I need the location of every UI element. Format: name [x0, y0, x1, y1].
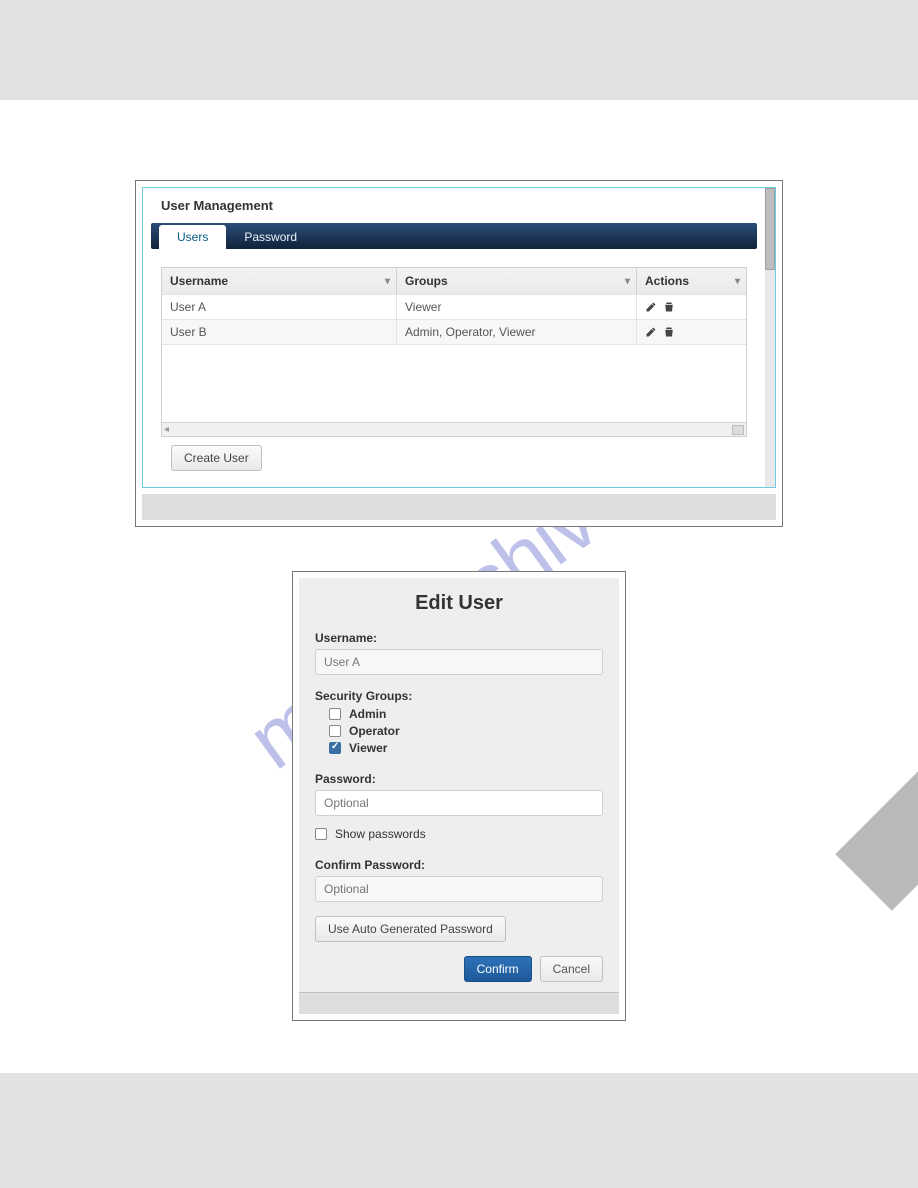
dialog-button-row: Confirm Cancel — [315, 956, 603, 982]
password-label: Password: — [315, 772, 603, 786]
screenshot-footer-band — [142, 494, 776, 520]
autogen-password-button[interactable]: Use Auto Generated Password — [315, 916, 506, 942]
group-operator-label: Operator — [349, 724, 400, 738]
show-passwords-label: Show passwords — [335, 827, 426, 841]
page-corner-decoration — [835, 769, 918, 910]
chevron-down-icon: ▾ — [735, 276, 740, 287]
cell-groups: Admin, Operator, Viewer — [397, 320, 637, 344]
checkbox-operator[interactable] — [329, 725, 341, 737]
username-field[interactable] — [315, 649, 603, 675]
panel-title: User Management — [151, 192, 767, 223]
password-field[interactable] — [315, 790, 603, 816]
trash-icon[interactable] — [663, 326, 675, 338]
table-row[interactable]: User A Viewer — [162, 294, 746, 319]
confirm-button[interactable]: Confirm — [464, 956, 532, 982]
col-header-username[interactable]: Username ▾ — [162, 268, 397, 294]
edit-user-dialog: Edit User Username: Security Groups: Adm… — [299, 578, 619, 992]
scroll-thumb[interactable] — [732, 425, 744, 435]
page-top-band — [0, 0, 918, 100]
table-row[interactable]: User B Admin, Operator, Viewer — [162, 319, 746, 344]
user-grid-wrap: Username ▾ Groups ▾ Actions ▾ User A Vie… — [151, 249, 757, 479]
cell-actions — [637, 320, 746, 344]
group-viewer-row[interactable]: Viewer — [329, 741, 603, 755]
confirm-password-label: Confirm Password: — [315, 858, 603, 872]
page-bottom-band — [0, 1073, 918, 1188]
dialog-title: Edit User — [315, 592, 603, 615]
user-grid: Username ▾ Groups ▾ Actions ▾ User A Vie… — [161, 267, 747, 437]
user-management-panel: User Management Users Password Username … — [142, 187, 776, 488]
group-viewer-label: Viewer — [349, 741, 387, 755]
pencil-icon[interactable] — [645, 326, 657, 338]
checkbox-viewer[interactable] — [329, 742, 341, 754]
create-user-button[interactable]: Create User — [171, 445, 262, 471]
trash-icon[interactable] — [663, 301, 675, 313]
col-header-actions-label: Actions — [645, 274, 689, 288]
grid-horizontal-scroll[interactable]: ◂ — [162, 422, 746, 436]
col-header-groups-label: Groups — [405, 274, 448, 288]
chevron-down-icon: ▾ — [385, 276, 390, 287]
col-header-username-label: Username — [170, 274, 228, 288]
group-admin-label: Admin — [349, 707, 386, 721]
cell-username: User A — [162, 295, 397, 319]
cancel-button[interactable]: Cancel — [540, 956, 603, 982]
col-header-groups[interactable]: Groups ▾ — [397, 268, 637, 294]
pencil-icon[interactable] — [645, 301, 657, 313]
username-label: Username: — [315, 631, 603, 645]
edit-user-screenshot: Edit User Username: Security Groups: Adm… — [292, 571, 626, 1021]
security-groups-label: Security Groups: — [315, 689, 603, 703]
tab-users[interactable]: Users — [159, 225, 226, 249]
col-header-actions[interactable]: Actions ▾ — [637, 268, 746, 294]
tab-bar: Users Password — [151, 223, 757, 249]
cell-username: User B — [162, 320, 397, 344]
cell-actions — [637, 295, 746, 319]
screenshot-footer-band — [299, 992, 619, 1014]
user-grid-header: Username ▾ Groups ▾ Actions ▾ — [162, 268, 746, 294]
group-admin-row[interactable]: Admin — [329, 707, 603, 721]
cell-groups: Viewer — [397, 295, 637, 319]
checkbox-show-passwords[interactable] — [315, 828, 327, 840]
scroll-left-icon[interactable]: ◂ — [164, 424, 169, 435]
user-management-screenshot: User Management Users Password Username … — [135, 180, 783, 527]
group-operator-row[interactable]: Operator — [329, 724, 603, 738]
scrollbar[interactable] — [765, 188, 775, 487]
tab-password[interactable]: Password — [226, 225, 315, 249]
checkbox-admin[interactable] — [329, 708, 341, 720]
show-passwords-row[interactable]: Show passwords — [315, 827, 603, 841]
grid-empty-area — [162, 344, 746, 422]
confirm-password-field[interactable] — [315, 876, 603, 902]
chevron-down-icon: ▾ — [625, 276, 630, 287]
